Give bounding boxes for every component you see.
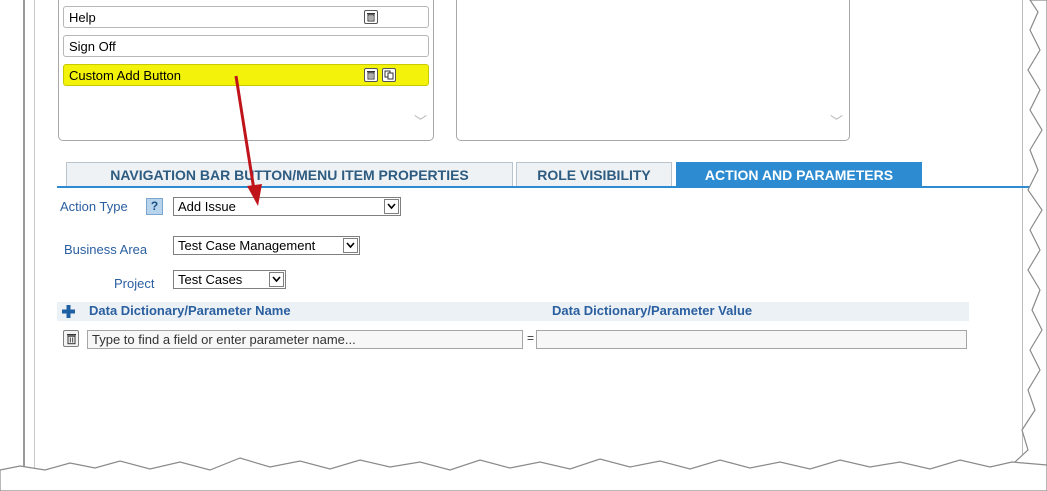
torn-edge-decoration (0, 0, 1047, 491)
